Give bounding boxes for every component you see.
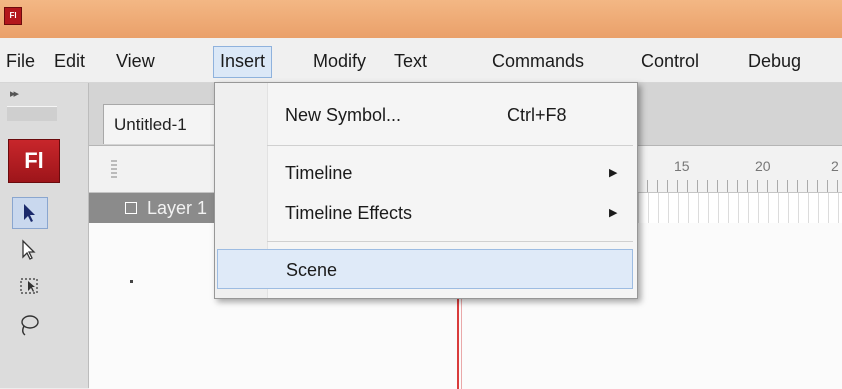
- free-transform-icon: [20, 278, 38, 294]
- collapse-panel-icon[interactable]: ▸▸: [10, 87, 19, 100]
- lasso-icon: [21, 315, 39, 336]
- frame-number: 15: [674, 158, 690, 174]
- menu-commands[interactable]: Commands: [486, 46, 590, 76]
- menu-item-new-symbol[interactable]: New Symbol... Ctrl+F8: [217, 95, 633, 135]
- menu-item-shortcut: Ctrl+F8: [507, 105, 567, 125]
- subselection-tool[interactable]: [12, 235, 46, 265]
- insert-menu-dropdown: New Symbol... Ctrl+F8 Timeline ▶ Timelin…: [214, 82, 638, 299]
- menu-text[interactable]: Text: [388, 46, 433, 76]
- menu-edit[interactable]: Edit: [48, 46, 91, 76]
- menu-item-label: New Symbol...: [285, 105, 402, 125]
- menu-separator: [267, 241, 633, 242]
- layer-name: Layer 1: [147, 198, 208, 218]
- title-bar: Fl: [0, 0, 842, 38]
- submenu-arrow-icon: ▶: [609, 207, 618, 219]
- menu-control[interactable]: Control: [635, 46, 705, 76]
- frame-ticks: [637, 180, 842, 192]
- panel-grip[interactable]: [111, 160, 117, 178]
- selection-arrow-icon: [24, 204, 35, 222]
- frame-number: 2: [831, 158, 839, 174]
- app-logo-icon: Fl: [4, 7, 22, 25]
- menu-separator: [267, 145, 633, 146]
- tools-panel-header[interactable]: [7, 106, 57, 121]
- submenu-arrow-icon: ▶: [609, 167, 618, 179]
- menu-item-label: Scene: [286, 260, 338, 280]
- stage-marker: [130, 280, 133, 283]
- frame-number: 20: [755, 158, 771, 174]
- menu-view[interactable]: View: [110, 46, 161, 76]
- menu-bar: File Edit View Insert Modify Text Comman…: [0, 38, 842, 83]
- menu-item-timeline[interactable]: Timeline ▶: [217, 153, 633, 193]
- menu-item-label: Timeline: [285, 163, 353, 183]
- menu-debug[interactable]: Debug: [742, 46, 807, 76]
- menu-item-label: Timeline Effects: [285, 203, 413, 223]
- frame-cells[interactable]: [629, 193, 842, 223]
- selection-tool[interactable]: [12, 197, 48, 229]
- lasso-tool[interactable]: [12, 309, 46, 339]
- menu-insert[interactable]: Insert: [213, 46, 273, 78]
- tools-panel: ▸▸ Fl: [0, 83, 89, 388]
- menu-modify[interactable]: Modify: [307, 46, 372, 76]
- menu-item-scene[interactable]: Scene: [217, 249, 633, 289]
- free-transform-tool[interactable]: [12, 271, 46, 301]
- layer-icon: [125, 202, 137, 214]
- menu-item-timeline-effects[interactable]: Timeline Effects ▶: [217, 193, 633, 233]
- menu-file[interactable]: File: [0, 46, 41, 76]
- flash-logo: Fl: [8, 139, 60, 183]
- subselection-arrow-icon: [22, 239, 36, 260]
